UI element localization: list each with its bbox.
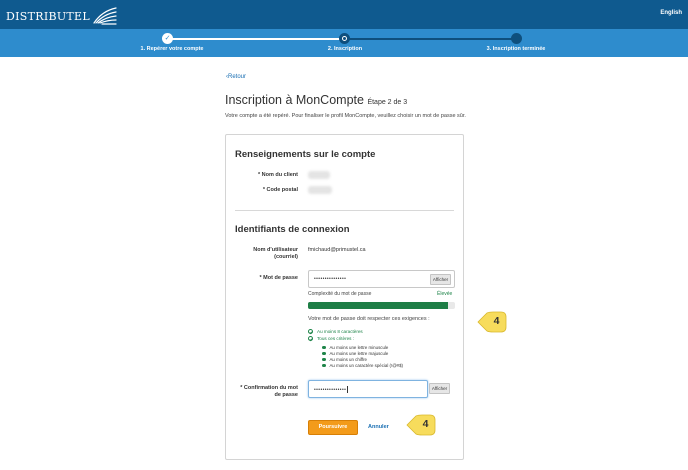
- username-label: Nom d'utilisateur (courriel): [253, 247, 298, 261]
- callout-number: 4: [422, 418, 429, 430]
- progress-stepper: ✓ 1. Repérer votre compte 2. Inscription…: [0, 29, 688, 57]
- check-circle-icon: [308, 336, 313, 341]
- criteria-text: Au moins un caractère spécial (!@#$): [329, 363, 404, 368]
- confirm-password-mask: •••••••••••••••: [314, 386, 349, 393]
- requirements-title: Votre mot de passe doit respecter ces ex…: [308, 316, 430, 322]
- account-section-title: Renseignements sur le compte: [235, 149, 376, 160]
- show-confirm-password-button[interactable]: Afficher: [429, 383, 450, 394]
- criteria-item: Au moins un caractère spécial (!@#$): [322, 363, 403, 368]
- continue-button[interactable]: Poursuivre: [308, 420, 358, 435]
- username-label-line2: (courriel): [274, 254, 298, 260]
- brand-rays-icon: [93, 7, 117, 25]
- registration-card: Renseignements sur le compte * Nom du cl…: [225, 134, 464, 460]
- login-section-title: Identifiants de connexion: [235, 224, 350, 235]
- complexity-meter: [308, 302, 455, 309]
- check-circle-icon: [308, 329, 313, 334]
- back-link-label: Retour: [228, 74, 247, 80]
- criteria-item: Au moins une lettre minuscule: [322, 345, 388, 350]
- brand-logo[interactable]: DISTRIBUTEL: [6, 6, 118, 26]
- requirement-item: Tous ces critères :: [308, 336, 354, 341]
- brand-name: DISTRIBUTEL: [6, 9, 90, 23]
- postal-code-value-redacted: [308, 186, 332, 194]
- password-label: * Mot de passe: [259, 275, 298, 281]
- step-callout-badge: 4: [477, 311, 507, 333]
- bullet-icon: [322, 363, 326, 368]
- confirm-label-line2: de passe: [274, 392, 298, 398]
- criteria-text: Au moins un chiffre: [329, 357, 368, 362]
- password-mask: •••••••••••••••: [314, 276, 347, 282]
- bullet-icon: [322, 345, 326, 350]
- intro-text: Votre compte a été repéré. Pour finalise…: [225, 113, 466, 119]
- client-name-label: * Nom du client: [257, 172, 298, 178]
- complexity-label: Complexité du mot de passe: [308, 291, 372, 297]
- confirm-mask-text: •••••••••••••••: [314, 386, 347, 393]
- step-2-current-marker: [339, 33, 350, 44]
- postal-code-label: * Code postal: [262, 187, 298, 193]
- cancel-link[interactable]: Annuler: [368, 424, 389, 430]
- step-callout-badge: 4: [406, 414, 436, 436]
- step-hint: Étape 2 de 3: [367, 99, 408, 106]
- complexity-meter-fill: [308, 302, 448, 309]
- header-bar: DISTRIBUTEL English: [0, 0, 688, 29]
- criteria-item: Au moins une lettre majuscule: [322, 351, 388, 356]
- criteria-text: Au moins une lettre majuscule: [329, 351, 389, 356]
- confirm-password-input[interactable]: •••••••••••••••: [308, 380, 428, 398]
- step-connector-done: [167, 38, 345, 40]
- page-title: Inscription à MonCompte Étape 2 de 3: [225, 93, 407, 107]
- step-1-check-icon: ✓: [162, 33, 173, 44]
- confirm-password-label: * Confirmation du mot de passe: [240, 385, 298, 399]
- requirement-text: Au moins 8 caractères: [317, 329, 363, 334]
- username-value: fmichaud@primustel.ca: [308, 247, 366, 253]
- password-input[interactable]: ••••••••••••••• Afficher: [308, 270, 455, 288]
- confirm-label-line1: * Confirmation du mot: [240, 385, 298, 391]
- step-connector-pending: [345, 38, 516, 40]
- section-divider: [235, 210, 454, 211]
- step-3-pending-marker: [511, 33, 522, 44]
- complexity-level: Élevée: [437, 291, 453, 297]
- page-title-text: Inscription à MonCompte: [225, 93, 364, 107]
- username-label-line1: Nom d'utilisateur: [253, 247, 298, 253]
- criteria-item: Au moins un chiffre: [322, 357, 367, 362]
- language-link[interactable]: English: [660, 10, 682, 16]
- requirement-item: Au moins 8 caractères: [308, 329, 363, 334]
- client-name-value-redacted: [308, 171, 330, 179]
- requirement-text: Tous ces critères :: [317, 336, 355, 341]
- show-password-button[interactable]: Afficher: [430, 274, 451, 285]
- text-caret: [347, 386, 349, 393]
- callout-number: 4: [493, 315, 500, 327]
- step-2-label: 2. Inscription: [327, 46, 363, 52]
- step-1-label: 1. Repérer votre compte: [140, 46, 204, 52]
- bullet-icon: [322, 357, 326, 362]
- step-3-label: 3. Inscription terminée: [486, 46, 546, 52]
- back-link[interactable]: ‹Retour: [226, 74, 246, 80]
- bullet-icon: [322, 351, 326, 356]
- criteria-text: Au moins une lettre minuscule: [329, 345, 389, 350]
